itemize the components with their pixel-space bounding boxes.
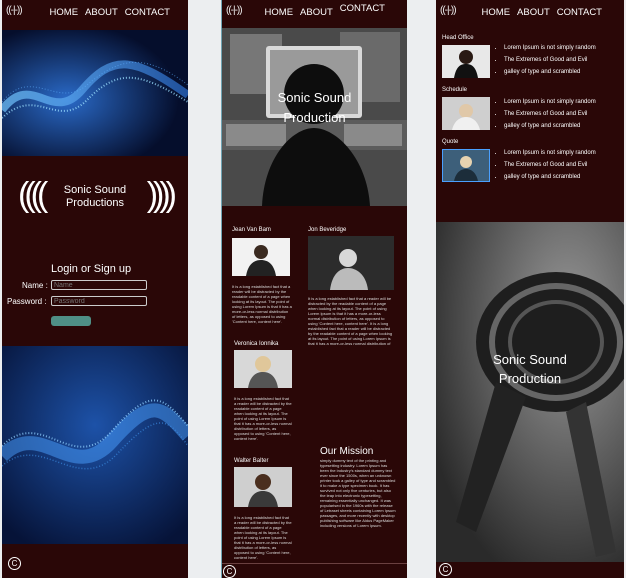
logo-icon[interactable]: ((-|-)) — [226, 5, 243, 16]
list-item: galley of type and scrambled — [504, 66, 596, 78]
login-button[interactable] — [51, 316, 91, 326]
member-photo — [308, 236, 394, 290]
member-name: Jean Van Bam — [232, 227, 271, 233]
member-name: Veronica Ionnika — [234, 341, 279, 347]
nav-home-link[interactable]: HOME — [482, 7, 511, 18]
list-item: galley of type and scrambled — [504, 171, 596, 183]
nav-home-link[interactable]: HOME — [265, 7, 294, 18]
section-list: Lorem Ipsum is not simply random The Ext… — [494, 42, 596, 78]
about-page-panel: ((-|-)) HOME ABOUT CONTACT Sonic Sound P… — [221, 0, 407, 578]
member-bio: It is a long established fact that a rea… — [308, 296, 393, 346]
member-name: Jon Beveridge — [308, 227, 347, 233]
list-item: Lorem Ipsum is not simply random — [504, 42, 596, 54]
nav-contact-link[interactable]: CONTACT — [125, 7, 170, 18]
list-item: The Extremes of Good and Evil — [504, 159, 596, 171]
hero-title-line2: Production — [498, 371, 562, 386]
logo-icon[interactable]: ((-|-)) — [6, 5, 23, 16]
list-item: The Extremes of Good and Evil — [504, 108, 596, 120]
mission-title: Our Mission — [320, 446, 374, 457]
mission-text: simply dummy text of the printing and ty… — [320, 458, 396, 528]
copyright-icon: C — [223, 565, 236, 578]
section-title: Schedule — [442, 87, 468, 93]
name-input[interactable] — [51, 280, 147, 290]
section-title: Head Office — [442, 35, 474, 41]
member-photo — [234, 350, 292, 388]
copyright-icon: C — [8, 557, 21, 570]
copyright-icon: C — [439, 563, 452, 576]
contact-page-panel: ((-|-)) HOME ABOUT CONTACT Head Office L… — [436, 0, 624, 578]
studio-hero-image: Sonic Sound Production — [222, 28, 407, 206]
footer-divider — [222, 563, 407, 564]
logo-icon[interactable]: ((-|-)) — [440, 5, 457, 16]
nav-about-link[interactable]: ABOUT — [300, 7, 333, 18]
nav-contact-link[interactable]: CONTACT — [557, 7, 602, 18]
navbar: ((-|-)) HOME ABOUT CONTACT — [436, 0, 624, 26]
member-name: Walter Balter — [234, 458, 269, 464]
sound-wave-image-bottom — [2, 346, 188, 544]
list-item: Lorem Ipsum is not simply random — [504, 96, 596, 108]
member-bio: It is a long established fact that a rea… — [234, 515, 292, 559]
login-page-panel: ((-|-)) HOME ABOUT CONTACT (((( Sonic So… — [2, 0, 188, 578]
section-title: Quote — [442, 139, 459, 145]
member-photo — [234, 467, 292, 507]
section-list: Lorem Ipsum is not simply random The Ext… — [494, 147, 596, 183]
section-photo — [442, 45, 490, 78]
brand-logo: (((( Sonic Sound Productions )))) — [2, 176, 188, 224]
nav-about-link[interactable]: ABOUT — [517, 7, 550, 18]
nav-contact-link[interactable]: CONTACT — [340, 3, 385, 14]
section-photo[interactable] — [442, 149, 490, 182]
member-photo — [232, 238, 290, 276]
list-item: Lorem Ipsum is not simply random — [504, 147, 596, 159]
nav-about-link[interactable]: ABOUT — [85, 7, 118, 18]
list-item: The Extremes of Good and Evil — [504, 54, 596, 66]
sound-wave-image — [2, 30, 188, 156]
navbar: ((-|-)) HOME ABOUT CONTACT — [2, 0, 188, 26]
member-bio: It is a long established fact that a rea… — [232, 284, 292, 324]
hero-title-line1: Sonic Sound — [493, 352, 567, 367]
navbar: ((-|-)) HOME ABOUT CONTACT — [222, 0, 407, 26]
hero-title-line2: Production — [283, 110, 346, 125]
microphone-hero-image: Sonic Sound Production — [436, 222, 624, 562]
sound-rings-right-icon: )))) — [146, 176, 177, 214]
name-label: Name : — [22, 281, 48, 290]
member-bio: It is a long established fact that a rea… — [234, 396, 292, 441]
password-label: Password : — [7, 297, 47, 306]
section-photo — [442, 97, 490, 130]
login-title: Login or Sign up — [51, 263, 132, 275]
nav-home-link[interactable]: HOME — [50, 7, 79, 18]
password-input[interactable] — [51, 296, 147, 306]
hero-title-line1: Sonic Sound — [277, 90, 352, 105]
list-item: galley of type and scrambled — [504, 120, 596, 132]
section-list: Lorem Ipsum is not simply random The Ext… — [494, 96, 596, 132]
